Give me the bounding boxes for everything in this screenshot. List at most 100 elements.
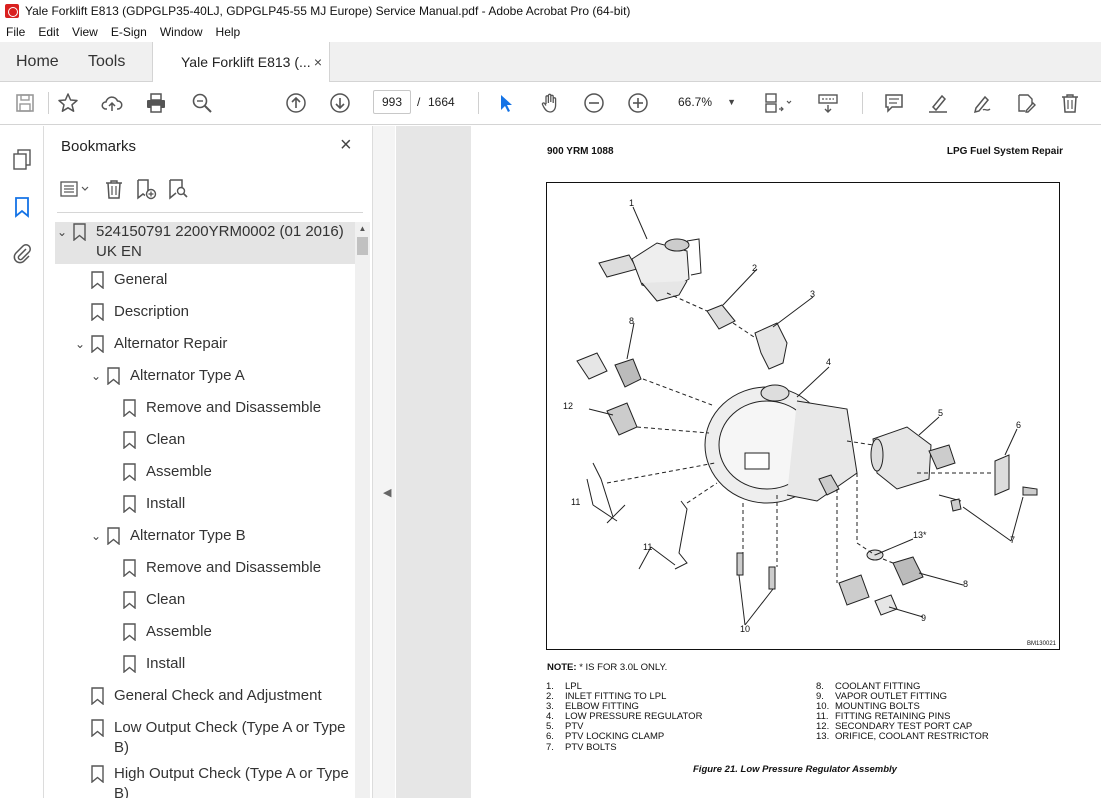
- fill-sign-button[interactable]: [1013, 91, 1039, 115]
- tab-close-button[interactable]: ×: [314, 42, 322, 82]
- chevron-down-icon[interactable]: ⌄: [55, 222, 69, 242]
- scroll-thumb[interactable]: [357, 237, 368, 255]
- zoom-value: 66.7%: [678, 95, 713, 109]
- chevron-down-icon[interactable]: ⌄: [89, 526, 103, 546]
- print-button[interactable]: [143, 91, 169, 115]
- menu-view[interactable]: View: [72, 25, 98, 39]
- pdf-page: 900 YRM 1088 LPG Fuel System Repair 1 2 …: [471, 126, 1101, 798]
- page-number-input[interactable]: 993: [373, 90, 411, 114]
- bookmark-item[interactable]: Assemble: [123, 622, 212, 654]
- bookmark-label: Low Output Check (Type A or Type B): [114, 719, 346, 756]
- bookmark-icon: [107, 367, 120, 385]
- bookmark-panel-icon[interactable]: [11, 196, 33, 218]
- title-bar: Yale Forklift E813 (GDPGLP35-40LJ, GDPGL…: [0, 0, 1101, 22]
- draw-button[interactable]: [969, 91, 995, 115]
- plus-circle-icon: [628, 93, 648, 113]
- panel-collapse-strip[interactable]: ◀: [372, 126, 395, 798]
- bookmarks-scrollbar[interactable]: ▲: [355, 222, 370, 798]
- bookmark-item[interactable]: General Check and Adjustment: [91, 686, 322, 718]
- attachment-icon[interactable]: [11, 242, 33, 264]
- acrobat-logo-icon: [5, 4, 19, 18]
- new-bookmark-icon[interactable]: [135, 178, 157, 200]
- save-icon: [16, 94, 34, 112]
- bookmark-item[interactable]: Remove and Disassemble: [123, 558, 321, 590]
- menu-esign[interactable]: E-Sign: [111, 25, 147, 39]
- figure-note: NOTE: * IS FOR 3.0L ONLY.: [547, 662, 668, 673]
- save-button[interactable]: [12, 91, 38, 115]
- chevron-down-icon[interactable]: ⌄: [73, 334, 87, 354]
- next-page-button[interactable]: [327, 91, 353, 115]
- chevron-down-icon[interactable]: ⌄: [89, 366, 103, 386]
- zoom-search-icon: [192, 93, 212, 113]
- scroll-mode-button[interactable]: [815, 91, 841, 115]
- bookmark-item[interactable]: Install: [123, 654, 185, 686]
- bookmark-label: Alternator Type A: [130, 367, 245, 384]
- delete-bookmark-icon[interactable]: [103, 178, 125, 200]
- tab-document[interactable]: Yale Forklift E813 (... ×: [152, 42, 330, 83]
- menu-edit[interactable]: Edit: [38, 25, 59, 39]
- page-display-button[interactable]: [760, 91, 796, 115]
- bookmark-item[interactable]: Description: [91, 302, 189, 334]
- bookmark-item[interactable]: Install: [123, 494, 185, 526]
- callout-label: 1: [629, 198, 635, 208]
- bookmark-item[interactable]: ⌄ Alternator Type A: [89, 366, 245, 398]
- tab-tools[interactable]: Tools: [88, 42, 125, 82]
- bookmarks-divider: [57, 212, 363, 213]
- arrow-down-circle-icon: [330, 93, 350, 113]
- menu-file[interactable]: File: [6, 25, 25, 39]
- bookmark-item[interactable]: Low Output Check (Type A or Type B): [91, 718, 346, 762]
- toolbar-separator: [862, 92, 863, 114]
- previous-page-button[interactable]: [283, 91, 309, 115]
- tab-document-label: Yale Forklift E813 (...: [181, 54, 311, 70]
- zoom-out-button[interactable]: [581, 91, 607, 115]
- keyboard-scroll-icon: [818, 94, 838, 113]
- bookmark-item[interactable]: Assemble: [123, 462, 212, 494]
- bookmark-item[interactable]: General: [91, 270, 167, 302]
- bookmark-item[interactable]: ⌄ Alternator Repair: [73, 334, 227, 366]
- document-viewport[interactable]: 900 YRM 1088 LPG Fuel System Repair 1 2 …: [396, 126, 1101, 798]
- collapse-arrow-icon[interactable]: ◀: [383, 486, 391, 499]
- legend-item: 7. PTV BOLTS: [546, 741, 617, 753]
- bookmark-icon: [91, 765, 104, 783]
- trash-icon: [1062, 94, 1078, 113]
- star-icon: [58, 93, 78, 112]
- menu-bar: File Edit View E-Sign Window Help: [0, 22, 1101, 42]
- bookmark-item[interactable]: Remove and Disassemble: [123, 398, 321, 430]
- hand-icon: [541, 93, 557, 113]
- find-bookmark-icon[interactable]: [167, 178, 189, 200]
- tab-home[interactable]: Home: [16, 42, 59, 82]
- upload-button[interactable]: [99, 91, 125, 115]
- bookmark-item[interactable]: Clean: [123, 590, 185, 622]
- bookmark-icon: [73, 223, 86, 241]
- callout-label: 8: [963, 579, 969, 589]
- zoom-select[interactable]: 66.7% ▼: [668, 90, 744, 114]
- close-bookmarks-button[interactable]: ×: [340, 134, 352, 157]
- bookmark-item[interactable]: ⌄ Alternator Type B: [89, 526, 246, 558]
- bookmark-item[interactable]: ⌄ 524150791 2200YRM0002 (01 2016) UK EN: [55, 222, 355, 264]
- bookmark-item[interactable]: Clean: [123, 430, 185, 462]
- highlight-button[interactable]: [925, 91, 951, 115]
- scroll-up-icon[interactable]: ▲: [355, 222, 370, 236]
- bookmark-label: Alternator Type B: [130, 527, 246, 544]
- zoom-in-button[interactable]: [625, 91, 651, 115]
- minus-circle-icon: [584, 93, 604, 113]
- legend-right: 8. COOLANT FITTING 9. VAPOR OUTLET FITTING…: [816, 681, 989, 743]
- callout-label: 11: [571, 497, 581, 507]
- select-tool-button[interactable]: [493, 91, 519, 115]
- bookmark-star-button[interactable]: [55, 91, 81, 115]
- menu-help[interactable]: Help: [216, 25, 241, 39]
- figure-caption: Figure 21. Low Pressure Regulator Assemb…: [693, 764, 897, 775]
- menu-window[interactable]: Window: [160, 25, 203, 39]
- pages-icon[interactable]: [11, 148, 33, 170]
- find-button[interactable]: [189, 91, 215, 115]
- delete-button[interactable]: [1057, 91, 1083, 115]
- hand-tool-button[interactable]: [537, 91, 563, 115]
- bookmark-item[interactable]: High Output Check (Type A or Type B): [91, 764, 349, 798]
- bookmark-options-icon[interactable]: [59, 178, 93, 200]
- page-fit-icon: [765, 93, 792, 113]
- callout-label: 5: [938, 408, 944, 418]
- comment-button[interactable]: [881, 91, 907, 115]
- bookmark-icon: [91, 719, 104, 737]
- bookmark-icon: [123, 431, 136, 449]
- callout-label: 3: [810, 289, 816, 299]
